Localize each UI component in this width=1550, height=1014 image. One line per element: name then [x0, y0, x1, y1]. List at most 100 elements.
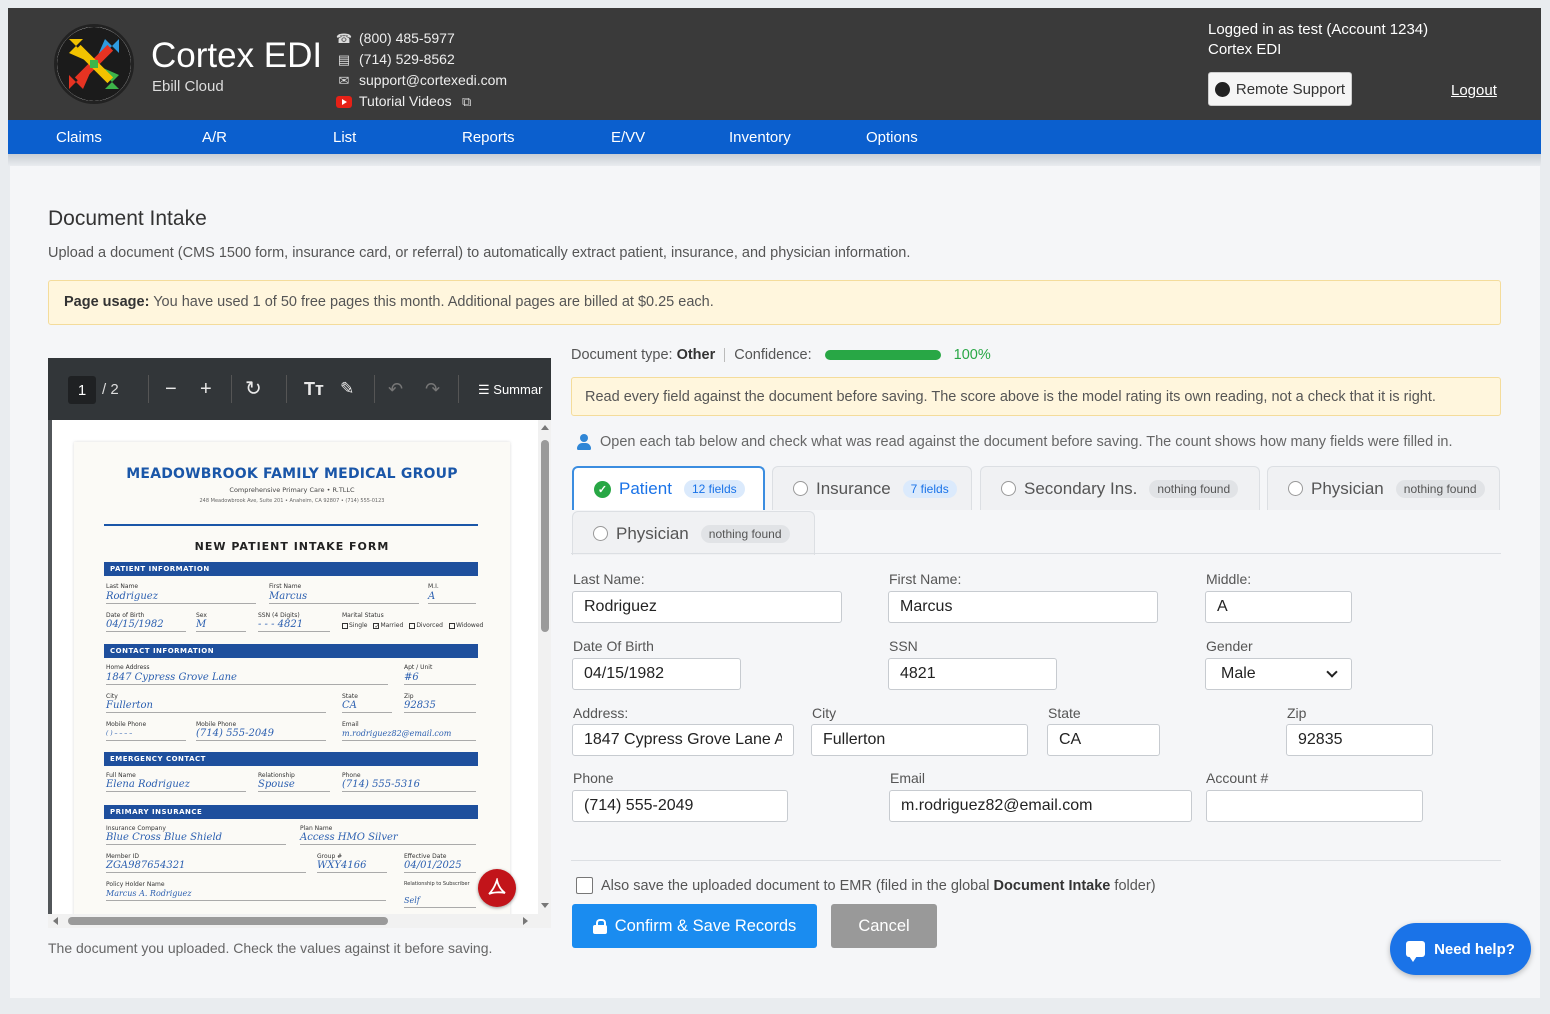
fax-number[interactable]: (714) 529-8562 [359, 49, 455, 70]
zip-input[interactable] [1286, 724, 1433, 756]
toolbar-divider [374, 375, 375, 403]
remote-support-button[interactable]: Remote Support [1208, 72, 1352, 106]
zoom-out-icon[interactable]: − [165, 378, 177, 400]
dob-input[interactable] [572, 658, 741, 690]
list-icon: ☰ [478, 382, 494, 397]
intake-form-page: MEADOWBROOK FAMILY MEDICAL GROUP Compreh… [74, 442, 510, 914]
confidence-value: 100% [953, 347, 991, 363]
scroll-down-arrow[interactable] [541, 903, 549, 908]
tab-label: Physician [1311, 478, 1384, 498]
confirm-save-button[interactable]: Confirm & Save Records [572, 904, 817, 948]
pdf-icon[interactable] [478, 869, 516, 907]
pdf-toolbar: 1 / 2 − + ↻ Tт ✎ ↶ ↷ ☰ Summar [48, 358, 551, 420]
middle-label: Middle: [1206, 571, 1252, 587]
page-usage-notice: Page usage: You have used 1 of 50 free p… [48, 280, 1501, 325]
tab-secondary-insurance[interactable]: Secondary Ins. nothing found [980, 466, 1260, 510]
brand-subtitle: Ebill Cloud [152, 78, 224, 95]
phone-input[interactable] [572, 790, 788, 822]
cortex-logo[interactable] [54, 24, 134, 104]
scroll-left-arrow[interactable] [53, 917, 58, 925]
pdf-page-area[interactable]: MEADOWBROOK FAMILY MEDICAL GROUP Compreh… [52, 420, 538, 914]
doctype-label: Document type: [571, 347, 673, 363]
phone-number[interactable]: (800) 485-5977 [359, 28, 455, 49]
check-icon: ✓ [594, 480, 611, 498]
need-help-button[interactable]: Need help? [1390, 923, 1531, 975]
form-org-address: 248 Meadowbrook Ave, Suite 201 • Anaheim… [199, 498, 385, 504]
text-icon[interactable]: Tт [304, 378, 324, 400]
form-label: Last Name [106, 583, 139, 590]
field-count-badge: nothing found [1149, 479, 1239, 498]
draw-icon[interactable]: ✎ [340, 378, 354, 400]
state-input[interactable] [1047, 724, 1160, 756]
nav-list[interactable]: List [333, 129, 356, 146]
last-name-input[interactable] [572, 591, 842, 623]
nav-ar[interactable]: A/R [202, 129, 227, 146]
form-value: (714) 555-2049 [196, 727, 326, 741]
zoom-in-icon[interactable]: + [200, 378, 212, 400]
horizontal-scrollbar[interactable] [48, 914, 551, 928]
gender-select[interactable]: Male [1205, 658, 1352, 690]
form-value: #6 [404, 671, 476, 685]
separator [724, 348, 726, 362]
tutorial-videos-link[interactable]: Tutorial Videos [359, 91, 452, 112]
cancel-button[interactable]: Cancel [831, 904, 937, 948]
scroll-up-arrow[interactable] [541, 425, 549, 430]
vertical-scrollbar[interactable] [538, 420, 551, 914]
logout-link[interactable]: Logout [1451, 82, 1497, 99]
email-input[interactable] [889, 790, 1192, 822]
tab-patient[interactable]: ✓ Patient 12 fields [572, 466, 765, 510]
account-label: Account # [1206, 770, 1269, 786]
tab-insurance[interactable]: Insurance 7 fields [772, 466, 972, 510]
form-value: Spouse [258, 778, 330, 792]
city-input[interactable] [811, 724, 1028, 756]
form-section-insurance: PRIMARY INSURANCE [104, 805, 478, 819]
toolbar-divider [148, 375, 149, 403]
address-input[interactable] [572, 724, 794, 756]
gender-value: Male [1221, 665, 1256, 682]
tab-physician-2[interactable]: Physician nothing found [572, 511, 815, 555]
tab-physician[interactable]: Physician nothing found [1267, 466, 1500, 510]
rotate-icon[interactable]: ↻ [245, 378, 262, 400]
support-email[interactable]: support@cortexedi.com [359, 70, 507, 91]
middle-input[interactable] [1205, 591, 1352, 623]
form-label: Home Address [106, 664, 150, 671]
login-user: Logged in as test (Account 1234) [1208, 21, 1429, 38]
nav-claims[interactable]: Claims [56, 129, 102, 146]
person-icon [577, 434, 591, 450]
doctype-value: Other [676, 347, 716, 363]
scroll-right-arrow[interactable] [523, 917, 528, 925]
external-link-icon: ⧉ [461, 94, 472, 109]
form-value: Elena Rodriguez [106, 778, 246, 792]
toolbar-divider [231, 375, 232, 403]
summary-button[interactable]: ☰ Summar [478, 382, 542, 398]
form-org-name: MEADOWBROOK FAMILY MEDICAL GROUP [126, 466, 458, 482]
confidence-bar [824, 350, 941, 360]
document-type-row: Document type: Other Confidence: 100% [571, 347, 991, 363]
nav-inventory[interactable]: Inventory [729, 129, 791, 146]
page-number-input[interactable]: 1 [68, 376, 96, 404]
confidence-label: Confidence: [734, 347, 812, 363]
first-name-input[interactable] [888, 591, 1158, 623]
redo-icon[interactable]: ↷ [425, 378, 440, 400]
nav-reports[interactable]: Reports [462, 129, 515, 146]
summary-label: Summar [493, 382, 543, 397]
radio-icon [1001, 481, 1016, 496]
dob-label: Date Of Birth [573, 638, 654, 654]
nav-options[interactable]: Options [866, 129, 918, 146]
tab-label: Secondary Ins. [1024, 478, 1138, 498]
account-input[interactable] [1206, 790, 1423, 822]
undo-icon[interactable]: ↶ [388, 378, 403, 400]
scroll-thumb[interactable] [68, 917, 388, 925]
lock-icon [592, 918, 607, 934]
ssn-input[interactable] [888, 658, 1057, 690]
field-count-badge: nothing found [1395, 479, 1485, 498]
tab-label: Insurance [816, 478, 891, 498]
scroll-thumb[interactable] [541, 440, 549, 632]
nav-evv[interactable]: E/VV [611, 129, 645, 146]
form-org-sub: Comprehensive Primary Care • R.TLLC [229, 486, 355, 494]
brand-name: Cortex EDI [151, 36, 323, 75]
save-to-emr-checkbox[interactable] [576, 877, 593, 894]
emr-option[interactable]: Also save the uploaded document to EMR (… [576, 877, 1156, 894]
youtube-icon [336, 95, 352, 108]
form-value: - - - 4821 [258, 618, 330, 632]
